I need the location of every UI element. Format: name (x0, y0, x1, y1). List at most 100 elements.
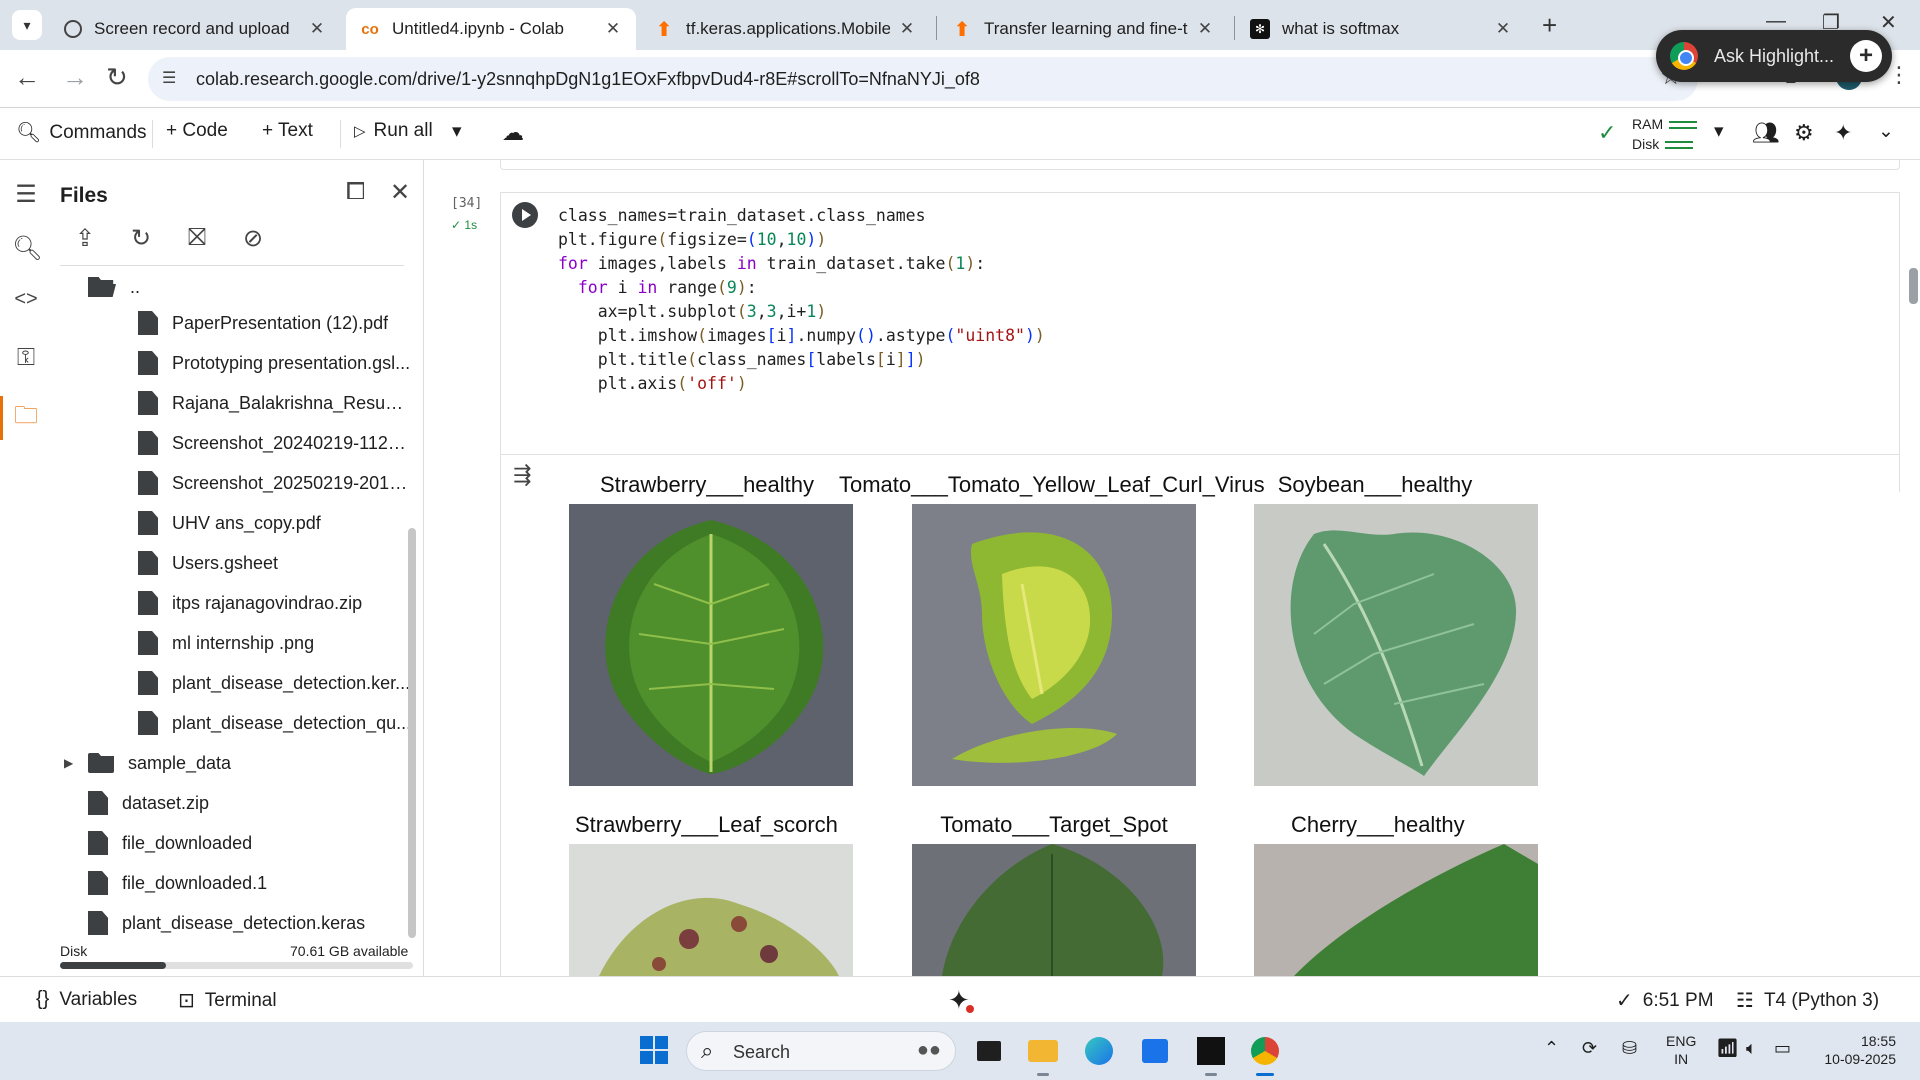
wifi-icon[interactable]: 📶︎ (1716, 1038, 1739, 1059)
file-tree-item[interactable]: PaperPresentation (12).pdf (138, 306, 388, 340)
previous-cell-bottom (500, 160, 1900, 170)
hide-files-icon[interactable]: ⊘ (236, 224, 270, 260)
intellij-icon[interactable] (1192, 1032, 1230, 1076)
refresh-icon[interactable]: ↻ (124, 224, 158, 260)
tab-search-button[interactable]: ▾ (12, 10, 42, 40)
show-hidden-icons-icon[interactable]: ⌃ (1544, 1038, 1559, 1059)
file-tree-item[interactable]: itps rajanagovindrao.zip (138, 586, 362, 620)
clock[interactable]: 18:55 10-09-2025 (1812, 1032, 1896, 1068)
file-tree-item[interactable]: ml internship .png (138, 626, 314, 660)
volume-icon[interactable]: 🔈︎ (1746, 1038, 1757, 1059)
code-snippets-icon[interactable]: <> (12, 288, 40, 311)
tab-title: Screen record and upload (94, 19, 290, 38)
find-replace-icon[interactable]: 🔍︎ (12, 234, 42, 263)
microsoft-store-icon[interactable] (1136, 1032, 1174, 1070)
leaf-image-svg (569, 504, 853, 786)
file-tree-item[interactable]: plant_disease_detection_qu... (138, 706, 411, 740)
output-actions-icon[interactable]: ⇶ (513, 462, 531, 488)
files-folder-icon[interactable]: 🗀 (12, 398, 40, 439)
secrets-key-icon[interactable]: ⚿ (12, 344, 40, 372)
cloud-save-icon[interactable]: ☁ (502, 120, 524, 146)
close-icon[interactable]: ✕ (1196, 19, 1214, 39)
tab-colab[interactable]: co Untitled4.ipynb - Colab ✕ (346, 8, 636, 50)
gemini-sparkle-icon[interactable]: ✦ (948, 985, 974, 1016)
caret-down-icon: ▾ (1714, 121, 1724, 142)
browser-menu-icon[interactable]: ⋮ (1888, 62, 1910, 88)
settings-gear-icon[interactable]: ⚙ (1794, 120, 1814, 146)
chrome-taskbar-icon[interactable] (1246, 1032, 1284, 1076)
file-tree-item[interactable]: Users.gsheet (138, 546, 278, 580)
tab-tf-mobilenet[interactable]: ⬆ tf.keras.applications.MobileNetV ✕ (640, 8, 930, 50)
site-info-icon[interactable]: ☰ (162, 68, 184, 90)
open-in-tab-icon[interactable]: ⧠ (346, 178, 365, 206)
plus-icon[interactable]: + (1850, 40, 1882, 72)
new-tab-button[interactable]: + (1542, 10, 1557, 41)
run-all-button[interactable]: ▷ Run all (354, 120, 433, 142)
table-of-contents-icon[interactable]: ☰ (12, 180, 40, 209)
file-tree-item[interactable]: file_downloaded (88, 826, 252, 860)
tab-softmax[interactable]: ✻ what is softmax ✕ (1236, 8, 1526, 50)
runtime-dropdown[interactable]: ▾ (1714, 120, 1724, 143)
run-cell-button[interactable] (512, 202, 538, 228)
file-tree-item[interactable]: Rajana_Balakrishna_Resume... (138, 386, 412, 420)
commands-label: Commands (49, 121, 147, 143)
notebook-area: [34] ✓ 1s class_names=train_dataset.clas… (425, 160, 1920, 976)
tab-transfer-learning[interactable]: ⬆ Transfer learning and fine-tunin ✕ (938, 8, 1228, 50)
task-view-icon[interactable] (970, 1032, 1008, 1070)
folder-tree-item[interactable]: ▶ sample_data (64, 746, 231, 780)
url-text[interactable]: colab.research.google.com/drive/1-y2snnq… (196, 69, 980, 90)
reload-button[interactable]: ↻ (106, 62, 128, 93)
expand-caret-icon[interactable]: ▶ (64, 756, 73, 770)
taskbar-search[interactable]: ⌕ Search ●● (686, 1031, 956, 1071)
edge-browser-icon[interactable] (1080, 1032, 1118, 1070)
windows-start-icon[interactable] (640, 1036, 668, 1064)
chrome-logo-icon (1670, 42, 1698, 70)
commands-button[interactable]: 🔍︎ Commands (16, 120, 147, 145)
runtime-status[interactable]: ☷ T4 (Python 3) (1736, 988, 1879, 1013)
sync-icon[interactable]: ⟳ (1582, 1038, 1597, 1059)
add-text-button[interactable]: + Text (262, 120, 313, 142)
tab-screen-record[interactable]: Screen record and upload ✕ (50, 8, 340, 50)
file-tree-item[interactable]: Screenshot_20240219-11251... (138, 426, 412, 460)
tree-parent-folder[interactable]: .. (88, 270, 140, 304)
close-icon[interactable]: ✕ (604, 19, 622, 39)
files-scrollbar[interactable] (408, 528, 416, 938)
resources-indicator[interactable]: RAM Disk (1632, 114, 1698, 154)
run-all-dropdown[interactable]: ▾ (452, 120, 462, 143)
file-tree-item[interactable]: Prototyping presentation.gsl... (138, 346, 410, 380)
notebook-scrollbar[interactable] (1909, 268, 1918, 304)
file-icon (138, 431, 158, 455)
forward-button[interactable]: → (62, 62, 88, 93)
variables-braces-icon: {} (36, 988, 50, 1010)
collapse-header-icon[interactable]: ⌄ (1878, 120, 1894, 143)
code-editor[interactable]: class_names=train_dataset.class_names pl… (558, 204, 1045, 396)
battery-icon[interactable]: ▭ (1774, 1038, 1791, 1059)
close-icon[interactable]: ✕ (308, 19, 326, 39)
file-tree-item[interactable]: Screenshot_20250219-2016... (138, 466, 412, 500)
unmount-drive-icon[interactable]: ⛝ (180, 224, 214, 260)
language-indicator[interactable]: ENG IN (1666, 1032, 1696, 1068)
back-button[interactable]: ← (14, 62, 40, 93)
file-tree-item[interactable]: file_downloaded.1 (88, 866, 267, 900)
gemini-sparkle-icon[interactable]: ✦ (1834, 120, 1852, 146)
share-people-icon[interactable]: 👥︎ (1752, 120, 1780, 146)
ask-highlight-popup[interactable]: Ask Highlight... + (1656, 30, 1892, 82)
close-icon[interactable]: ✕ (1494, 19, 1512, 39)
upload-file-icon[interactable]: ⇪ (68, 224, 102, 260)
file-tree-item[interactable]: plant_disease_detection.ker... (138, 666, 410, 700)
terminal-button[interactable]: ⊡ Terminal (178, 988, 277, 1013)
add-code-button[interactable]: + Code (166, 120, 228, 142)
file-name: dataset.zip (122, 792, 210, 813)
file-explorer-icon[interactable] (1024, 1032, 1062, 1076)
folder-open-icon (88, 277, 116, 297)
close-icon[interactable]: ✕ (898, 19, 916, 39)
network-drive-icon[interactable]: ⛁ (1622, 1038, 1637, 1059)
file-tree-item[interactable]: UHV ans_copy.pdf (138, 506, 321, 540)
variables-button[interactable]: {} Variables (36, 988, 137, 1011)
last-run-status[interactable]: ✓ 6:51 PM (1616, 988, 1714, 1013)
address-bar[interactable]: ☰ colab.research.google.com/drive/1-y2sn… (148, 57, 1698, 101)
file-tree-item[interactable]: plant_disease_detection.keras (88, 906, 365, 940)
close-panel-icon[interactable]: ✕ (390, 178, 410, 207)
window-close-icon[interactable]: ✕ (1880, 10, 1897, 35)
file-tree-item[interactable]: dataset.zip (88, 786, 209, 820)
